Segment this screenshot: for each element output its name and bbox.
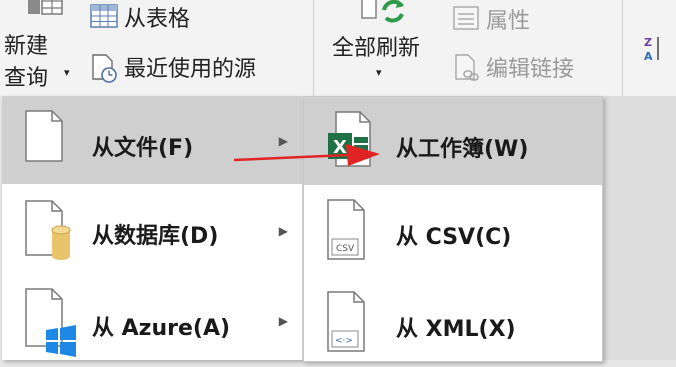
- database-document-icon: [25, 200, 71, 260]
- new-query-button[interactable]: 新建 查询 ▾: [0, 0, 82, 96]
- svg-text:Z: Z: [644, 36, 652, 49]
- table-icon: [90, 3, 118, 31]
- csv-badge: CSV: [336, 244, 355, 254]
- new-query-label-line1: 新建: [4, 34, 49, 59]
- xml-file-icon: <·>: [327, 291, 365, 352]
- windows-azure-icon: [25, 288, 76, 357]
- from-table-button[interactable]: 从表格: [90, 2, 190, 32]
- new-query-menu: 从文件(F) ▶ 从数据库(D) ▶ 从 Azure(A) ▶: [2, 96, 303, 360]
- csv-file-icon: [327, 199, 365, 260]
- properties-icon: [452, 5, 480, 33]
- refresh-all-dropdown-arrow: ▾: [376, 66, 382, 79]
- menu-item-from-database[interactable]: 从数据库(D) ▶: [2, 188, 302, 276]
- document-icon: [25, 110, 63, 162]
- menu-item-label: 从 Azure(A): [92, 316, 231, 341]
- svg-text:<·>: <·>: [335, 336, 353, 346]
- edit-links-button[interactable]: 编辑链接: [452, 52, 574, 82]
- properties-button[interactable]: 属性: [452, 4, 530, 34]
- submenu-item-label: 从工作簿(W): [396, 137, 529, 162]
- new-query-icon: [28, 0, 63, 15]
- sort-az-icon[interactable]: Z A: [642, 34, 664, 64]
- refresh-all-label: 全部刷新: [332, 36, 421, 61]
- refresh-icon: [361, 0, 404, 23]
- submenu-item-from-csv[interactable]: CSV 从 CSV(C): [304, 189, 602, 277]
- ribbon-separator: [313, 0, 314, 96]
- recent-clock-icon: [90, 53, 118, 83]
- submenu-item-label: 从 CSV(C): [396, 225, 512, 250]
- ribbon-separator: [622, 0, 623, 96]
- annotation-arrow-icon: [233, 144, 380, 166]
- new-query-label-line2: 查询: [4, 66, 49, 91]
- properties-label: 属性: [486, 9, 531, 34]
- edit-links-label: 编辑链接: [486, 57, 575, 82]
- svg-text:A: A: [644, 50, 653, 63]
- menu-item-label: 从文件(F): [92, 136, 194, 161]
- edit-links-icon: [452, 53, 480, 81]
- menu-item-from-azure[interactable]: 从 Azure(A) ▶: [2, 278, 302, 366]
- from-file-submenu: X 从工作簿(W) CSV 从 CSV(C) <·> 从 XML(X): [303, 96, 603, 362]
- submenu-arrow-icon: ▶: [278, 224, 288, 238]
- submenu-arrow-icon: ▶: [278, 314, 288, 328]
- recent-sources-label: 最近使用的源: [124, 57, 257, 82]
- submenu-item-label: 从 XML(X): [396, 317, 516, 342]
- menu-item-label: 从数据库(D): [92, 224, 219, 249]
- recent-sources-button[interactable]: 最近使用的源: [90, 52, 257, 83]
- new-query-dropdown-arrow: ▾: [64, 66, 70, 79]
- from-table-label: 从表格: [124, 7, 191, 32]
- worksheet-area: [604, 96, 676, 360]
- submenu-item-from-xml[interactable]: <·> 从 XML(X): [304, 279, 602, 367]
- ribbon: 新建 查询 ▾ 从表格 最近使用的源 全部刷新 ▾ 属性 编辑链接 Z A: [0, 0, 676, 96]
- refresh-all-button[interactable]: 全部刷新 ▾: [324, 0, 444, 96]
